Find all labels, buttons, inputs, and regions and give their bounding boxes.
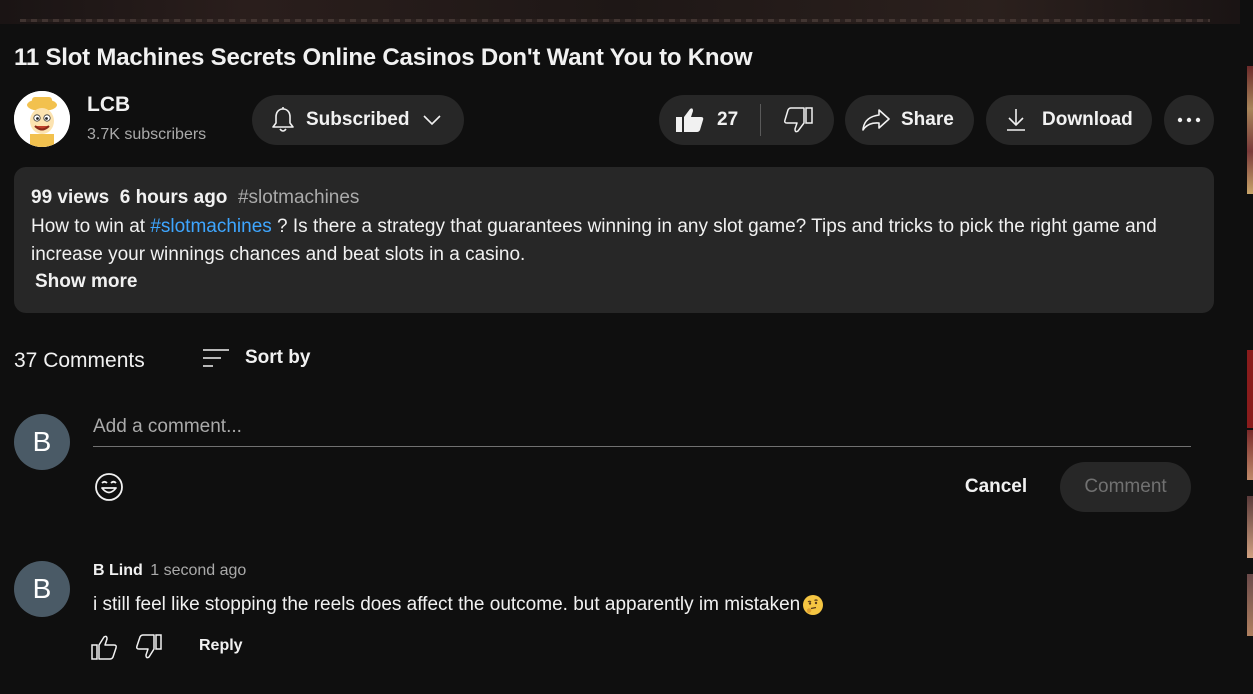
comment-submit-button[interactable]: Comment — [1060, 462, 1191, 512]
comment-author[interactable]: B Lind — [93, 562, 143, 579]
subscribed-label: Subscribed — [306, 109, 410, 130]
share-button[interactable]: Share — [845, 95, 974, 145]
subscriber-count: 3.7K subscribers — [87, 126, 207, 143]
share-label: Share — [901, 109, 954, 130]
thumbs-down-icon — [136, 634, 162, 659]
comments-count: 37 Comments — [14, 349, 145, 372]
chevron-down-icon — [423, 115, 442, 126]
dislike-button[interactable] — [761, 95, 834, 145]
comment-text: i still feel like stopping the reels doe… — [93, 594, 801, 615]
download-button[interactable]: Download — [986, 95, 1152, 145]
description-box[interactable]: 99 views 6 hours ago #slotmachines How t… — [14, 167, 1214, 313]
comment-like-button[interactable] — [90, 634, 118, 665]
add-comment-input[interactable]: Add a comment... — [93, 416, 242, 438]
video-title: 11 Slot Machines Secrets Online Casinos … — [14, 44, 753, 71]
description-meta: 99 views 6 hours ago #slotmachines — [31, 187, 359, 209]
comment-body: i still feel like stopping the reels doe… — [93, 594, 824, 616]
thinking-face-icon — [803, 595, 824, 615]
video-player-edge — [0, 0, 1240, 24]
like-button[interactable]: 27 — [659, 95, 760, 145]
more-actions-button[interactable] — [1164, 95, 1214, 145]
user-avatar: B — [14, 414, 70, 470]
comment-header: B Lind 1 second ago — [93, 562, 246, 580]
channel-name[interactable]: LCB — [87, 93, 130, 117]
comment-author-avatar[interactable]: B — [14, 561, 70, 617]
sort-label: Sort by — [245, 347, 311, 368]
sort-button[interactable]: Sort by — [201, 346, 310, 370]
download-icon — [1007, 109, 1025, 131]
bell-icon — [272, 107, 294, 132]
more-icon — [1177, 117, 1201, 123]
thumbs-up-icon — [91, 635, 117, 660]
description-hashtag[interactable]: #slotmachines — [238, 187, 359, 208]
sort-icon — [203, 349, 229, 367]
upload-time: 6 hours ago — [119, 187, 228, 208]
show-more-button[interactable]: Show more — [35, 271, 137, 293]
thumbs-down-icon — [783, 107, 813, 133]
emoji-button[interactable] — [94, 472, 124, 507]
channel-logo-icon — [14, 91, 70, 147]
description-text: How to win at #slotmachines ? Is there a… — [31, 213, 1191, 269]
sidebar-edge — [1247, 0, 1253, 694]
comment-time[interactable]: 1 second ago — [150, 562, 246, 579]
like-dislike-group: 27 — [659, 95, 834, 145]
like-count: 27 — [717, 109, 739, 130]
comment-reply-button[interactable]: Reply — [199, 637, 243, 655]
channel-avatar[interactable] — [14, 91, 70, 147]
download-label: Download — [1042, 109, 1133, 130]
share-icon — [862, 109, 890, 131]
comment-dislike-button[interactable] — [135, 634, 163, 665]
description-text-start: How to win at — [31, 216, 151, 237]
thumbs-up-icon — [676, 108, 704, 132]
subscribed-button[interactable]: Subscribed — [252, 95, 464, 145]
emoji-icon — [95, 473, 123, 501]
comment-input-underline — [93, 446, 1191, 447]
description-hashtag-link[interactable]: #slotmachines — [150, 216, 271, 237]
view-count: 99 views — [31, 187, 110, 208]
cancel-button[interactable]: Cancel — [946, 462, 1046, 512]
